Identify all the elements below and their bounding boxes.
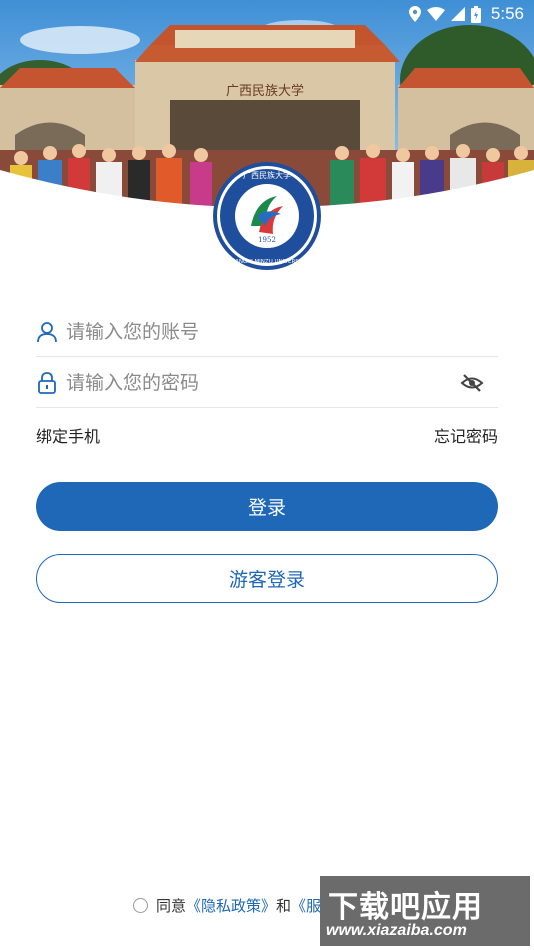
agreement-row: 同意 《隐私政策》 和 《服务… xyxy=(133,893,351,917)
guest-login-button[interactable]: 游客登录 xyxy=(36,554,498,603)
university-logo: 1952 广西民族大学 GUANGXI MINZU UNIVERSITY xyxy=(211,160,323,272)
bind-phone-link[interactable]: 绑定手机 xyxy=(36,423,100,447)
password-input[interactable] xyxy=(66,371,426,394)
logo-year: 1952 xyxy=(258,236,276,244)
account-input[interactable] xyxy=(66,320,426,343)
agreement-and: 和 xyxy=(276,896,292,915)
watermark-url: www.xiazaiba.com xyxy=(326,922,467,939)
logo-name-cn: 广西民族大学 xyxy=(243,170,291,180)
signal-icon xyxy=(450,7,465,21)
auxiliary-links: 绑定手机 忘记密码 xyxy=(36,422,498,448)
wifi-icon xyxy=(426,7,445,21)
battery-icon xyxy=(470,5,481,23)
toggle-password-visibility-icon[interactable] xyxy=(460,371,484,395)
lock-icon xyxy=(36,371,58,395)
password-field[interactable] xyxy=(36,358,498,408)
gate-sign: 广西民族大学 xyxy=(226,83,304,99)
status-bar: 5:56 xyxy=(0,0,534,28)
agreement-prefix: 同意 xyxy=(156,896,187,915)
download-site-watermark: 下载吧应用 www.xiazaiba.com xyxy=(320,876,530,946)
status-time: 5:56 xyxy=(490,4,524,23)
user-icon xyxy=(36,320,58,344)
location-icon xyxy=(408,6,421,22)
account-field[interactable] xyxy=(36,307,498,357)
login-button[interactable]: 登录 xyxy=(36,482,498,531)
logo-name-en: GUANGXI MINZU UNIVERSITY xyxy=(227,259,308,265)
forgot-password-link[interactable]: 忘记密码 xyxy=(434,423,498,447)
watermark-title: 下载吧应用 xyxy=(328,890,483,925)
agreement-checkbox[interactable] xyxy=(133,897,148,913)
privacy-policy-link[interactable]: 《隐私政策》 xyxy=(186,895,276,916)
